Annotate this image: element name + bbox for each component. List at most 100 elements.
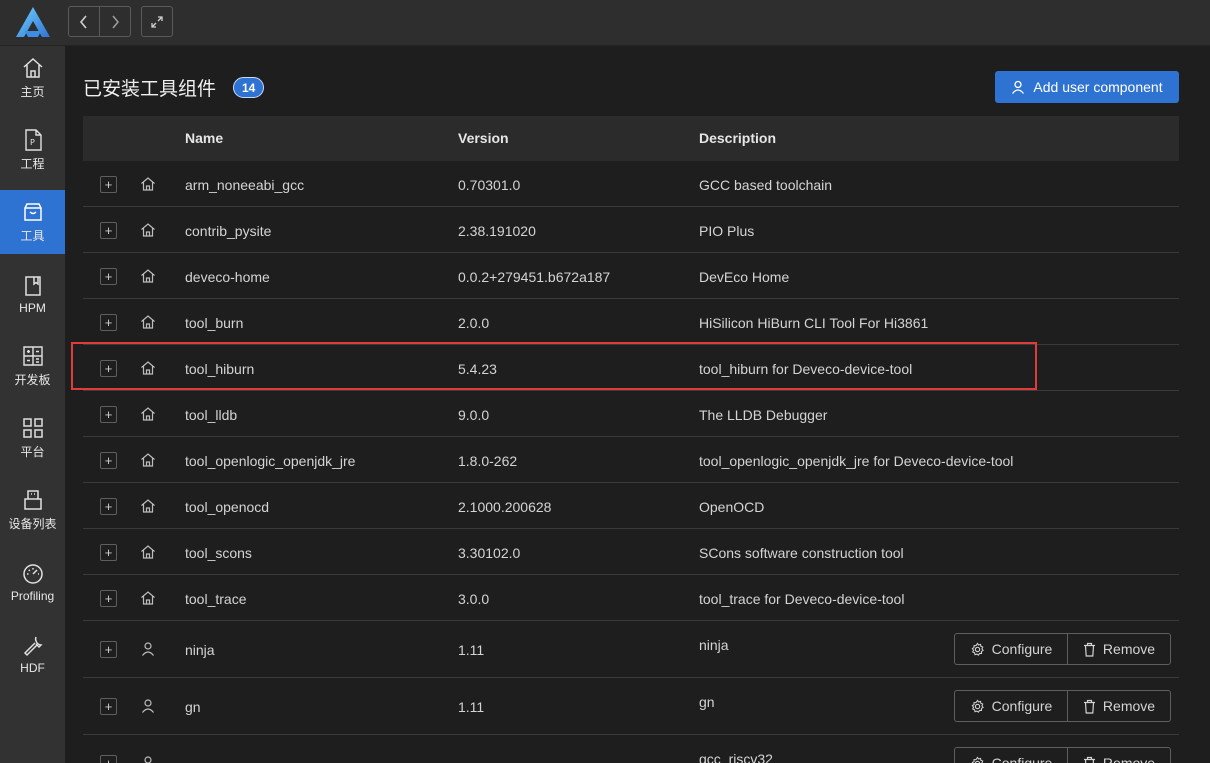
grid-icon	[21, 416, 45, 440]
component-description: HiSilicon HiBurn CLI Tool For Hi3861	[699, 315, 929, 331]
table-row: + tool_scons 3.30102.0 SCons software const…	[83, 529, 1179, 575]
table-row: + tool_lldb 9.0.0 The LLDB Debugger	[83, 391, 1179, 437]
configure-button[interactable]: Configure	[955, 634, 1068, 664]
sidebar-item-profiling[interactable]: Profiling	[0, 550, 65, 614]
expand-row-button[interactable]: +	[100, 314, 117, 331]
column-header-name: Name	[185, 130, 224, 146]
component-version: 2.1000.200628	[458, 499, 552, 515]
add-user-component-button[interactable]: Add user component	[995, 71, 1179, 103]
component-version: 3.0.0	[458, 591, 490, 607]
expand-row-button[interactable]: +	[100, 452, 117, 469]
component-version: 1.8.0-262	[458, 453, 518, 469]
sidebar-item-label: Profiling	[10, 588, 55, 603]
user-icon	[140, 755, 156, 763]
remove-label: Remove	[1102, 698, 1156, 714]
expand-row-button[interactable]: +	[100, 222, 117, 239]
home-icon	[140, 314, 156, 330]
sidebar-item-label: 设备列表	[8, 517, 57, 531]
component-name: contrib_pysite	[185, 223, 272, 239]
component-description: gn	[699, 694, 715, 710]
component-name: deveco-home	[185, 269, 270, 285]
table-row: + tool_openocd 2.1000.200628 OpenOCD	[83, 483, 1179, 529]
back-button[interactable]	[69, 7, 100, 36]
sidebar-item-label: 开发板	[14, 373, 51, 387]
usb-device-icon	[21, 488, 45, 512]
toolbox-icon	[21, 200, 45, 224]
trash-icon	[1083, 642, 1096, 657]
row-actions: Configure Remove	[954, 633, 1171, 665]
page-title: 已安装工具组件	[83, 78, 217, 100]
component-description: DevEco Home	[699, 269, 790, 285]
configure-label: Configure	[991, 641, 1053, 657]
remove-button[interactable]: Remove	[1068, 691, 1170, 721]
component-name: gn	[185, 699, 201, 715]
sidebar-item-label: 工程	[20, 157, 45, 171]
trash-icon	[1083, 756, 1096, 763]
component-version: 0.70301.0	[458, 177, 521, 193]
component-description: tool_openlogic_openjdk_jre for Deveco-de…	[699, 453, 1014, 469]
sidebar-item-hdf[interactable]: HDF	[0, 622, 65, 686]
expand-row-button[interactable]: +	[100, 360, 117, 377]
table-body: + arm_noneeabi_gcc 0.70301.0 GCC based tool…	[83, 161, 1179, 763]
component-name: tool_openlogic_openjdk_jre	[185, 453, 356, 469]
component-version: 5.4.23	[458, 361, 497, 377]
home-icon	[140, 544, 156, 560]
sidebar-item-home[interactable]: 主页	[0, 46, 65, 110]
expand-row-button[interactable]: +	[100, 698, 117, 715]
component-name: tool_trace	[185, 591, 247, 607]
sidebar-item-platform[interactable]: 平台	[0, 406, 65, 470]
expand-row-button[interactable]: +	[100, 406, 117, 423]
expand-row-button[interactable]: +	[100, 641, 117, 658]
expand-row-button[interactable]: +	[100, 544, 117, 561]
remove-label: Remove	[1102, 755, 1156, 763]
remove-button[interactable]: Remove	[1068, 634, 1170, 664]
user-icon	[1011, 80, 1025, 94]
component-version: 2.0.0	[458, 315, 490, 331]
home-icon	[21, 56, 45, 80]
expand-row-button[interactable]: +	[100, 590, 117, 607]
sidebar-item-devices[interactable]: 设备列表	[0, 478, 65, 542]
table-row: + contrib_pysite 2.38.191020 PIO Plus	[83, 207, 1179, 253]
expand-button[interactable]	[141, 6, 173, 37]
app-window: 主页 P 工程 工具 HPM 开发板 平台 设备列表 Profiling HDF…	[0, 0, 1210, 763]
gear-icon	[970, 698, 985, 714]
row-actions: Configure Remove	[954, 747, 1171, 763]
expand-row-button[interactable]: +	[100, 176, 117, 193]
component-description: gcc_riscv32	[699, 751, 773, 763]
expand-row-button[interactable]: +	[100, 498, 117, 515]
sidebar-item-project[interactable]: P 工程	[0, 118, 65, 182]
expand-row-button[interactable]: +	[100, 268, 117, 285]
table-row: + tool_burn 2.0.0 HiSilicon HiBurn CLI Tool…	[83, 299, 1179, 345]
home-icon	[140, 406, 156, 422]
table-row: + gcc_riscv32 Configure Remove	[83, 735, 1179, 763]
configure-label: Configure	[991, 698, 1053, 714]
app-logo-icon	[14, 5, 52, 41]
sidebar-item-tools[interactable]: 工具	[0, 190, 65, 254]
component-version: 1.11	[458, 699, 485, 715]
add-user-component-label: Add user component	[1033, 79, 1163, 95]
configure-button[interactable]: Configure	[955, 691, 1068, 721]
components-table: Name Version Description + arm_noneeabi_g…	[83, 116, 1179, 763]
svg-text:P: P	[30, 138, 35, 147]
remove-button[interactable]: Remove	[1068, 748, 1170, 763]
gear-icon	[970, 755, 985, 763]
component-count-badge: 14	[233, 77, 265, 98]
component-name: arm_noneeabi_gcc	[185, 177, 305, 193]
remove-label: Remove	[1102, 641, 1156, 657]
sidebar-item-hpm[interactable]: HPM	[0, 262, 65, 326]
book-icon	[21, 274, 45, 298]
table-row: + tool_trace 3.0.0 tool_trace for Deveco-de…	[83, 575, 1179, 621]
forward-button[interactable]	[100, 7, 130, 36]
table-row: + ninja 1.11 ninja Configure Remove	[83, 621, 1179, 678]
component-description: ninja	[699, 637, 729, 653]
column-header-version: Version	[458, 130, 509, 146]
configure-button[interactable]: Configure	[955, 748, 1068, 763]
component-description: tool_trace for Deveco-device-tool	[699, 591, 905, 607]
component-description: The LLDB Debugger	[699, 407, 828, 423]
expand-row-button[interactable]: +	[100, 755, 117, 763]
home-icon	[140, 590, 156, 606]
gear-icon	[970, 641, 985, 657]
home-icon	[140, 498, 156, 514]
sidebar-item-boards[interactable]: 开发板	[0, 334, 65, 398]
table-row: + arm_noneeabi_gcc 0.70301.0 GCC based tool…	[83, 161, 1179, 207]
